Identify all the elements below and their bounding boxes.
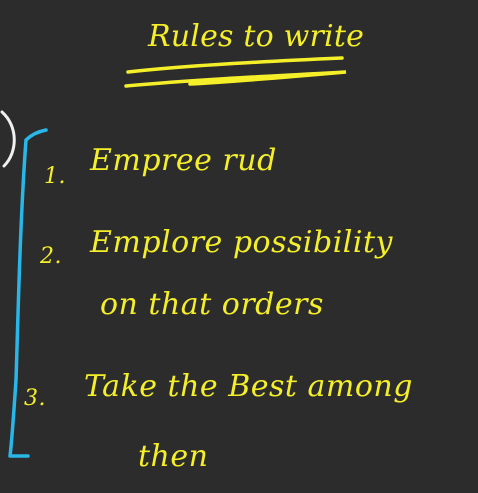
blue-bracket-stroke [8, 128, 48, 458]
title-underline-stroke-1 [126, 56, 344, 74]
title-underline-stroke-2 [124, 70, 347, 88]
left-paren-stroke [0, 110, 16, 168]
ink-strokes [0, 56, 347, 458]
whiteboard-canvas: Rules to write 1. Empree rud 2. Emplore … [0, 0, 478, 493]
